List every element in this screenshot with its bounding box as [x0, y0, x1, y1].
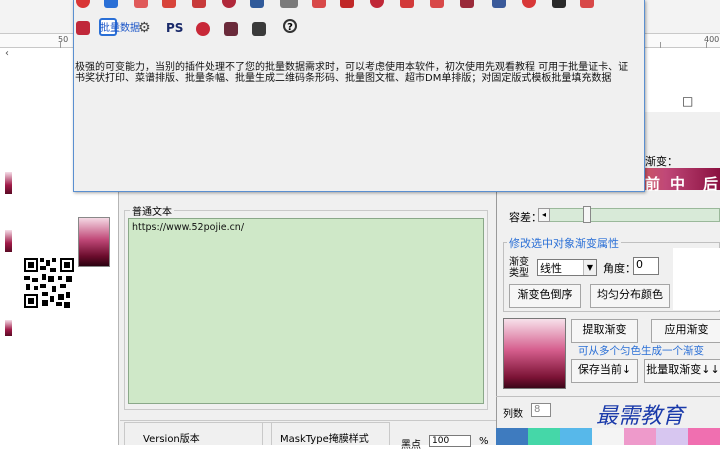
bookmark-icon[interactable] — [312, 0, 326, 8]
gradient-type-value: 线性 — [540, 262, 562, 275]
swatch[interactable] — [688, 428, 720, 445]
gradient-label: 渐变： — [645, 155, 678, 168]
chevron-down-icon[interactable]: ▼ — [583, 260, 596, 275]
gradient-thumbnail[interactable] — [78, 217, 110, 267]
apply-gradient-button[interactable]: 应用渐变 — [651, 319, 720, 343]
lock-icon[interactable] — [340, 0, 354, 8]
shape-icon[interactable] — [222, 0, 236, 8]
help-icon[interactable]: ? — [283, 19, 297, 33]
record-icon[interactable] — [76, 0, 90, 8]
save-current-button[interactable]: 保存当前↓ — [571, 359, 638, 383]
current-gradient-swatch[interactable] — [503, 318, 566, 389]
blackpoint-label: 黑点 — [401, 440, 421, 451]
gradient-object[interactable] — [5, 230, 12, 252]
folder-icon[interactable] — [76, 21, 90, 35]
batch-extract-gradient-button[interactable]: 批量取渐变↓↓ — [644, 359, 720, 383]
swatch[interactable] — [496, 428, 528, 445]
swatch[interactable] — [528, 428, 560, 445]
tolerance-slider-thumb[interactable] — [583, 206, 591, 223]
columns-input[interactable]: 8 — [531, 403, 551, 417]
dialog-description: 极强的可变能力，当别的插件处理不了您的批量数据需求时，可以考虑使用本软件，初次使… — [75, 62, 629, 84]
gradient-char-front: 前 — [645, 175, 661, 193]
copy-icon[interactable] — [134, 0, 148, 8]
gradient-char-back: 后 — [703, 175, 719, 193]
gear-icon[interactable]: ⚙ — [138, 20, 151, 36]
gradient-char-middle: 中 — [670, 175, 686, 193]
grid-icon[interactable] — [492, 0, 506, 8]
gradient-object[interactable] — [5, 320, 12, 336]
scroll-arrow-icon[interactable]: ‹ — [5, 48, 9, 59]
qr-code-image[interactable] — [24, 258, 74, 308]
even-distribute-button[interactable]: 均匀分布颜色 — [590, 284, 670, 308]
swatch[interactable] — [656, 428, 688, 445]
slider-left-arrow-icon[interactable]: ◂ — [538, 208, 550, 222]
wand-icon[interactable] — [580, 0, 594, 8]
dialog-toolbar: 批量数据 ⚙ PS ? — [74, 0, 644, 44]
gradient-type-label: 渐变类型 — [509, 257, 529, 279]
batch-data-label[interactable]: 批量数据 — [100, 19, 140, 34]
version-label: Version版本 — [141, 430, 202, 445]
angle-label: 角度： — [603, 262, 636, 275]
divider — [496, 396, 720, 397]
columns-label: 列数 — [503, 409, 523, 420]
watermark-logo: 最需教育 — [596, 404, 685, 429]
swatch[interactable] — [560, 428, 592, 445]
gradient-hint-text: 可从多个匀色生成一个渐变 — [578, 345, 704, 357]
blackpoint-input[interactable]: 100 — [429, 435, 471, 447]
tag-icon[interactable] — [192, 0, 206, 8]
target-icon[interactable] — [522, 0, 536, 8]
gradient-preview-blank — [673, 248, 720, 310]
swatch[interactable] — [592, 428, 624, 445]
batch-add-icon[interactable] — [104, 0, 118, 8]
percent-label: % — [479, 436, 489, 447]
extract-gradient-button[interactable]: 提取渐变 — [571, 319, 638, 343]
gradient-object[interactable] — [5, 172, 12, 194]
frame-icon[interactable] — [252, 22, 266, 36]
qr-icon[interactable] — [552, 0, 566, 8]
plain-text-area[interactable]: https://www.52pojie.cn/ — [128, 218, 484, 404]
layout-icon[interactable] — [250, 0, 264, 8]
recycle-icon[interactable] — [196, 22, 210, 36]
tolerance-slider[interactable] — [538, 208, 720, 222]
plain-text-group-label: 普通文本 — [130, 203, 174, 218]
arrow-icon[interactable] — [400, 0, 414, 8]
chart-icon[interactable] — [430, 0, 444, 8]
reverse-gradient-button[interactable]: 渐变色倒序 — [509, 284, 581, 308]
pin-icon[interactable] — [370, 0, 384, 8]
image-icon[interactable] — [460, 0, 474, 8]
masktype-label: MaskType掩膜样式 — [278, 430, 371, 445]
crop-icon[interactable] — [224, 22, 238, 36]
swatch[interactable] — [624, 428, 656, 445]
ps-icon[interactable]: PS — [166, 21, 183, 35]
maximize-icon[interactable]: □ — [682, 94, 693, 108]
gradient-swatch-strip[interactable] — [496, 428, 720, 445]
angle-input[interactable]: 0 — [633, 257, 659, 275]
ocr-icon[interactable] — [280, 0, 298, 8]
canvas-area[interactable] — [0, 48, 74, 445]
move-icon[interactable] — [162, 0, 176, 8]
modify-gradient-title: 修改选中对象渐变属性 — [507, 235, 621, 251]
